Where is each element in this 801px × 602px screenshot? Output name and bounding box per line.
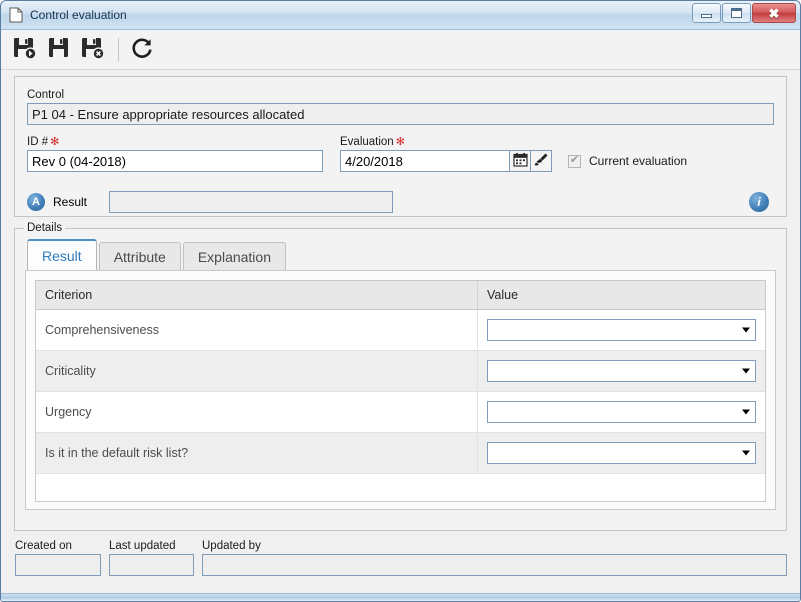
comprehensiveness-dropdown[interactable] bbox=[487, 319, 756, 341]
chevron-down-icon bbox=[742, 450, 750, 456]
minimize-icon bbox=[701, 14, 712, 18]
grid-header-criterion: Criterion bbox=[36, 281, 478, 309]
document-icon bbox=[9, 7, 23, 23]
result-input[interactable] bbox=[109, 191, 394, 213]
content-area: Control ID #✻ Evaluation✻ bbox=[1, 70, 800, 576]
criterion-cell: Urgency bbox=[36, 392, 478, 432]
current-evaluation-label: Current evaluation bbox=[589, 154, 688, 168]
control-field-group: Control bbox=[27, 87, 774, 125]
urgency-dropdown[interactable] bbox=[487, 401, 756, 423]
table-row[interactable]: Comprehensiveness bbox=[36, 310, 765, 351]
details-legend: Details bbox=[24, 222, 66, 234]
toolbar-separator bbox=[118, 37, 119, 62]
grid-header-row: Criterion Value bbox=[36, 281, 765, 310]
toolbar bbox=[1, 30, 800, 70]
criteria-grid: Criterion Value Comprehensiveness Critic… bbox=[35, 280, 766, 502]
criterion-cell: Is it in the default risk list? bbox=[36, 433, 478, 473]
tab-result-label: Result bbox=[42, 247, 82, 264]
id-evaluation-row: ID #✻ Evaluation✻ bbox=[27, 134, 774, 172]
save-icon bbox=[46, 35, 72, 64]
result-status-icon: A bbox=[27, 193, 45, 211]
evaluation-label: Evaluation bbox=[340, 136, 394, 148]
current-evaluation-checkbox[interactable]: ✔ bbox=[568, 154, 581, 168]
chevron-down-icon bbox=[742, 409, 750, 415]
id-input[interactable] bbox=[27, 150, 323, 172]
value-cell bbox=[478, 392, 765, 432]
save-delete-icon bbox=[80, 35, 106, 64]
value-cell bbox=[478, 310, 765, 350]
tab-attribute-label: Attribute bbox=[113, 248, 166, 265]
value-cell bbox=[478, 433, 765, 473]
chevron-down-icon bbox=[742, 368, 750, 374]
result-label: Result bbox=[53, 195, 88, 209]
maximize-button[interactable] bbox=[722, 3, 751, 23]
tab-explanation-label: Explanation bbox=[197, 248, 271, 265]
save-delete-button[interactable] bbox=[78, 35, 108, 65]
grid-empty-area bbox=[36, 474, 765, 501]
last-updated-input[interactable] bbox=[109, 554, 194, 576]
checkmark-icon: ✔ bbox=[569, 154, 580, 166]
criterion-cell: Criticality bbox=[36, 351, 478, 391]
control-label: Control bbox=[27, 89, 65, 101]
updated-by-label: Updated by bbox=[202, 540, 261, 552]
minimize-button[interactable] bbox=[692, 3, 721, 23]
details-group: Details Result Attribute Explanation Cri… bbox=[14, 222, 787, 531]
created-on-group: Created on bbox=[15, 540, 101, 576]
save-new-button[interactable] bbox=[10, 35, 40, 65]
last-updated-label: Last updated bbox=[109, 540, 176, 552]
refresh-icon bbox=[129, 35, 155, 64]
id-field-group: ID # ✻ bbox=[27, 134, 323, 172]
table-row[interactable]: Criticality bbox=[36, 351, 765, 392]
criticality-dropdown[interactable] bbox=[487, 360, 756, 382]
tab-result[interactable]: Result bbox=[27, 239, 97, 270]
evaluation-date-input[interactable] bbox=[340, 150, 510, 172]
close-button[interactable]: ✖ bbox=[752, 3, 796, 23]
created-on-input[interactable] bbox=[15, 554, 101, 576]
save-button[interactable] bbox=[44, 35, 74, 65]
close-icon: ✖ bbox=[768, 5, 780, 21]
clear-date-button[interactable] bbox=[530, 150, 552, 172]
tab-explanation[interactable]: Explanation bbox=[182, 242, 286, 270]
window-title: Control evaluation bbox=[30, 8, 127, 22]
table-row[interactable]: Is it in the default risk list? bbox=[36, 433, 765, 474]
last-updated-group: Last updated bbox=[109, 540, 194, 576]
grid-header-value: Value bbox=[487, 288, 519, 302]
window-footer-bar bbox=[1, 593, 800, 601]
value-cell bbox=[478, 351, 765, 391]
calendar-icon bbox=[512, 152, 528, 170]
updated-by-input[interactable] bbox=[202, 554, 787, 576]
tab-attribute[interactable]: Attribute bbox=[98, 242, 181, 270]
result-row: A Result i bbox=[27, 191, 774, 213]
table-row[interactable]: Urgency bbox=[36, 392, 765, 433]
evaluation-field-group: Evaluation ✻ 4/20/2018 ✔ Current evaluat… bbox=[340, 134, 687, 172]
updated-by-group: Updated by bbox=[202, 540, 787, 576]
control-evaluation-window: Control evaluation ✖ Control P1 04 - Ens… bbox=[0, 0, 801, 602]
save-new-icon bbox=[12, 35, 38, 64]
footer-fields: Created on Last updated Updated by bbox=[14, 540, 787, 576]
created-on-label: Created on bbox=[15, 540, 72, 552]
info-icon[interactable]: i bbox=[749, 192, 769, 212]
calendar-picker-button[interactable] bbox=[509, 150, 531, 172]
default-risk-list-dropdown[interactable] bbox=[487, 442, 756, 464]
criterion-cell: Comprehensiveness bbox=[36, 310, 478, 350]
details-tabpanel: Criterion Value Comprehensiveness Critic… bbox=[25, 270, 776, 510]
brush-icon bbox=[534, 152, 549, 170]
details-tabstrip: Result Attribute Explanation bbox=[27, 239, 776, 270]
refresh-button[interactable] bbox=[127, 35, 157, 65]
window-controls: ✖ bbox=[691, 3, 796, 23]
id-label: ID # bbox=[27, 136, 49, 148]
chevron-down-icon bbox=[742, 327, 750, 333]
header-panel: Control ID #✻ Evaluation✻ bbox=[14, 76, 787, 217]
title-bar: Control evaluation ✖ bbox=[1, 1, 800, 30]
id-required-marker: ✻ bbox=[50, 136, 60, 148]
maximize-icon bbox=[731, 8, 742, 18]
control-input[interactable] bbox=[27, 103, 774, 125]
evaluation-required-marker: ✻ bbox=[395, 136, 405, 148]
